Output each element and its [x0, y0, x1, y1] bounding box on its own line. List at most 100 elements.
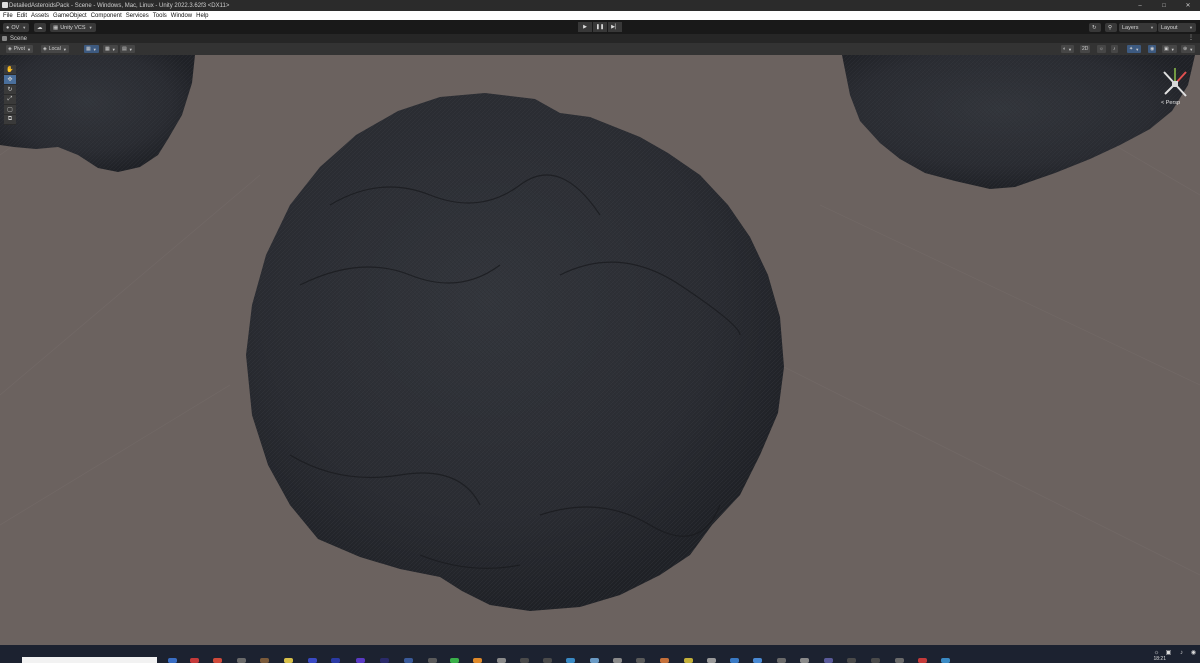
tab-scene[interactable]: Scene [2, 34, 27, 43]
app-icon[interactable] [356, 658, 365, 663]
app-icon[interactable] [895, 658, 904, 663]
menu-gameobject[interactable]: GameObject [53, 13, 87, 19]
history-button[interactable]: ↻ [1089, 23, 1101, 32]
menu-window[interactable]: Window [171, 13, 192, 19]
speaker-icon: ♪ [1113, 46, 1116, 52]
app-icon[interactable] [800, 658, 809, 663]
cloud-button[interactable]: ☁ [34, 23, 46, 32]
snap-increment-button[interactable]: ▦ ▼ [103, 45, 118, 53]
tool-palette: ✋ ✥ ↻ ⤢ ▢ ⧉ [4, 65, 16, 125]
app-icon[interactable] [566, 658, 575, 663]
network-icon[interactable]: ☼ [1153, 649, 1160, 656]
app-icon[interactable] [684, 658, 693, 663]
chevron-down-icon: ▼ [128, 46, 133, 52]
app-icon[interactable] [497, 658, 506, 663]
rotate-tool-icon[interactable]: ↻ [4, 85, 16, 95]
minimize-button[interactable]: – [1128, 0, 1152, 11]
vcs-button[interactable]: ▦ Unity VCS ▼ [50, 23, 96, 32]
gizmos-dropdown[interactable]: ⊕ ▼ [1181, 45, 1196, 53]
volume-icon[interactable]: ♪ [1178, 649, 1185, 656]
hidden-objects-toggle[interactable]: ◉ [1148, 45, 1157, 53]
rect-tool-icon[interactable]: ▢ [4, 105, 16, 115]
app-icon[interactable] [213, 658, 222, 663]
play-button[interactable]: ▶ [578, 22, 592, 32]
app-icon[interactable] [613, 658, 622, 663]
local-icon: ◈ [43, 46, 47, 52]
search-button[interactable]: ⚲ [1105, 23, 1117, 32]
view-2d-toggle[interactable]: 2D [1080, 45, 1091, 53]
app-icon[interactable] [941, 658, 950, 663]
view-2d-label: 2D [1082, 46, 1089, 52]
app-icon[interactable] [450, 658, 459, 663]
pivot-icon: ◈ [8, 46, 12, 52]
grid-snap-button[interactable]: ▦ ▼ [84, 45, 99, 53]
app-icon[interactable] [753, 658, 762, 663]
app-icon[interactable] [871, 658, 880, 663]
play-controls: ▶ ❚❚ ▶▏ [578, 22, 622, 32]
effects-dropdown[interactable]: ✦ ▼ [1127, 45, 1142, 53]
app-icon[interactable] [284, 658, 293, 663]
orientation-gizmo[interactable] [1158, 64, 1192, 104]
close-button[interactable]: ✕ [1176, 0, 1200, 11]
app-icon[interactable] [730, 658, 739, 663]
pause-button[interactable]: ❚❚ [593, 22, 607, 32]
pivot-dropdown[interactable]: ◈ Pivot ▼ [6, 45, 33, 53]
ruler-icon: ▤ [122, 46, 127, 52]
menu-edit[interactable]: Edit [17, 13, 27, 19]
scene-viewport[interactable] [0, 55, 1200, 645]
app-icon[interactable] [428, 658, 437, 663]
camera-dropdown[interactable]: ▣ ▼ [1162, 45, 1177, 53]
lighting-toggle[interactable]: ☼ [1097, 45, 1106, 53]
taskbar-search-input[interactable] [22, 657, 157, 663]
camera-icon: ▣ [1164, 46, 1169, 52]
app-icon[interactable] [473, 658, 482, 663]
vcs-icon: ▦ [53, 24, 59, 31]
incremental-snap-button[interactable]: ▤ ▼ [120, 45, 135, 53]
maximize-button[interactable]: □ [1152, 0, 1176, 11]
move-tool-icon[interactable]: ✥ [4, 75, 16, 85]
layout-dropdown[interactable]: Layout ▼ [1158, 23, 1196, 32]
app-icon[interactable] [636, 658, 645, 663]
app-icon[interactable] [190, 658, 199, 663]
local-dropdown[interactable]: ◈ Local ▼ [41, 45, 69, 53]
app-icon[interactable] [590, 658, 599, 663]
menu-help[interactable]: Help [196, 13, 208, 19]
menu-tools[interactable]: Tools [153, 13, 167, 19]
app-icon[interactable] [660, 658, 669, 663]
layers-dropdown[interactable]: Layers ▼ [1119, 23, 1157, 32]
app-icon[interactable] [777, 658, 786, 663]
audio-toggle[interactable]: ♪ [1111, 45, 1118, 53]
step-button[interactable]: ▶▏ [608, 22, 622, 32]
app-icon[interactable] [331, 658, 340, 663]
app-icon[interactable] [824, 658, 833, 663]
local-label: Local [48, 46, 61, 52]
menu-services[interactable]: Services [126, 13, 149, 19]
perspective-label[interactable]: < Persp [1161, 100, 1180, 106]
app-icon[interactable] [168, 658, 177, 663]
app-icon[interactable] [380, 658, 389, 663]
gizmos-icon: ⊕ [1183, 46, 1188, 52]
app-icon[interactable] [237, 658, 246, 663]
more-options-icon[interactable]: ⋮ [1188, 34, 1194, 41]
draw-mode-dropdown[interactable]: ◐ ▼ [1061, 45, 1074, 53]
app-icon[interactable] [308, 658, 317, 663]
transform-tool-icon[interactable]: ⧉ [4, 115, 16, 125]
menu-assets[interactable]: Assets [31, 13, 49, 19]
app-icon[interactable] [260, 658, 269, 663]
display-icon[interactable]: ▣ [1165, 649, 1172, 656]
scale-tool-icon[interactable]: ⤢ [4, 95, 16, 105]
app-icon[interactable] [707, 658, 716, 663]
app-icon[interactable] [847, 658, 856, 663]
taskbar-clock[interactable]: 18:21 [1153, 656, 1166, 662]
app-icon[interactable] [520, 658, 529, 663]
app-icon[interactable] [404, 658, 413, 663]
hand-tool-icon[interactable]: ✋ [4, 65, 16, 75]
menu-file[interactable]: File [3, 13, 13, 19]
app-icon[interactable] [918, 658, 927, 663]
pivot-label: Pivot [13, 46, 25, 52]
notification-icon[interactable]: ◉ [1190, 649, 1197, 656]
app-icon[interactable] [543, 658, 552, 663]
chevron-down-icon: ▼ [1170, 46, 1175, 52]
account-button[interactable]: ● OV ▼ [3, 23, 30, 32]
menu-component[interactable]: Component [91, 13, 122, 19]
